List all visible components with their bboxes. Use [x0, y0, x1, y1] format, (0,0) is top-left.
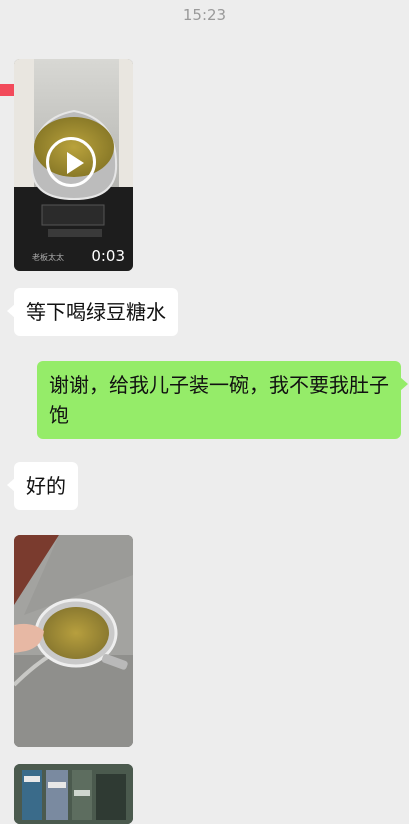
message-bubble-left[interactable]: 好的 — [7, 462, 78, 510]
message-text: 好的 — [26, 474, 66, 498]
image-message[interactable] — [14, 764, 133, 824]
video-watermark: 老板太太 — [32, 253, 64, 262]
video-duration: 0:03 — [91, 247, 125, 265]
message-text: 等下喝绿豆糖水 — [26, 300, 166, 324]
message-bubble-left[interactable]: 等下喝绿豆糖水 — [7, 288, 178, 336]
play-icon[interactable] — [46, 137, 96, 187]
message-text: 谢谢，给我儿子装一碗，我不要我肚子饱 — [49, 373, 389, 427]
chat-timestamp: 15:23 — [182, 6, 227, 24]
image-message[interactable] — [14, 535, 133, 747]
message-bubble-right[interactable]: 谢谢，给我儿子装一碗，我不要我肚子饱 — [37, 361, 408, 439]
image-thumbnail — [14, 764, 133, 824]
image-thumbnail — [14, 535, 133, 747]
video-message[interactable]: 0:03 老板太太 — [14, 59, 133, 271]
